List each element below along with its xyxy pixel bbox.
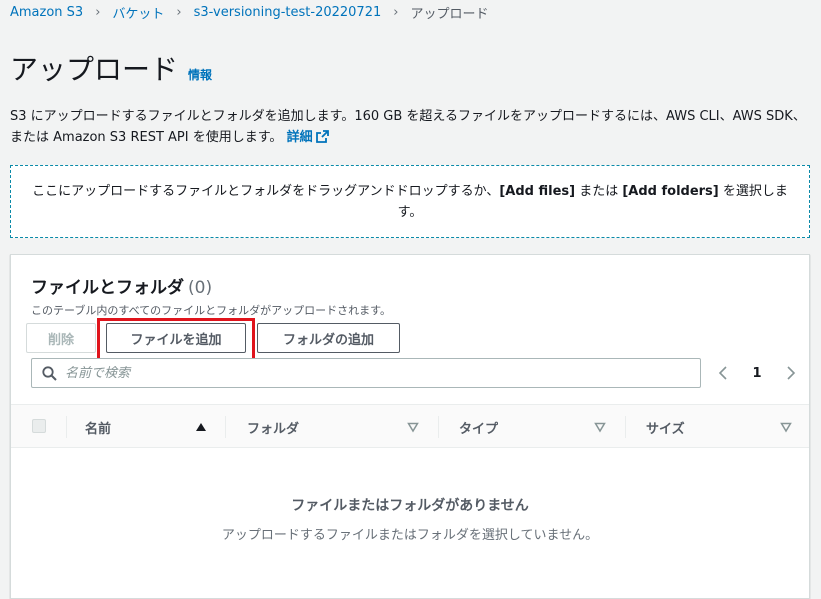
add-files-button[interactable]: ファイルを追加	[106, 323, 246, 353]
page-title-row: アップロード 情報	[10, 48, 212, 88]
panel-title-text: ファイルとフォルダ	[31, 278, 184, 298]
page-title: アップロード	[10, 53, 179, 86]
drop-zone-text: ここにアップロードするファイルとフォルダをドラッグアンドドロップするか、[Add…	[31, 181, 789, 223]
breadcrumb-current: アップロード	[410, 6, 489, 22]
info-link[interactable]: 情報	[188, 66, 212, 83]
breadcrumb: Amazon S3 › バケット › s3-versioning-test-20…	[10, 2, 488, 22]
chevron-right-icon: ›	[393, 4, 399, 20]
chevron-right-icon: ›	[95, 4, 101, 20]
chevron-right-icon: ›	[176, 4, 182, 20]
chevron-right-icon[interactable]	[785, 365, 797, 381]
column-divider	[66, 416, 67, 438]
empty-state-title: ファイルまたはフォルダがありません	[291, 498, 529, 514]
panel-subtitle: このテーブル内のすべてのファイルとフォルダがアップロードされます。	[31, 304, 392, 317]
drop-zone-add-files: [Add files]	[499, 183, 576, 199]
breadcrumb-amazon-s3[interactable]: Amazon S3	[10, 5, 83, 20]
table-header: 名前 フォルダ タイプ サイズ	[11, 404, 809, 448]
drop-zone-text-middle: または	[575, 183, 623, 199]
sort-unsorted-icon[interactable]	[780, 421, 792, 433]
breadcrumb-buckets[interactable]: バケット	[112, 3, 164, 22]
column-header-size[interactable]: サイズ	[646, 405, 685, 449]
column-divider	[225, 416, 226, 438]
files-folders-panel: ファイルとフォルダ (0) このテーブル内のすべてのファイルとフォルダがアップロー…	[10, 254, 810, 599]
column-header-name[interactable]: 名前	[85, 405, 111, 449]
description-text: S3 にアップロードするファイルとフォルダを追加します。160 GB を超えるフ…	[10, 109, 806, 145]
column-divider	[625, 416, 626, 438]
search-icon	[42, 365, 57, 381]
add-folder-button[interactable]: フォルダの追加	[257, 323, 400, 353]
sort-unsorted-icon[interactable]	[594, 421, 606, 433]
sort-ascending-icon[interactable]	[195, 421, 207, 433]
breadcrumb-bucket-name[interactable]: s3-versioning-test-20220721	[194, 5, 382, 20]
page-number[interactable]: 1	[752, 366, 761, 381]
detail-link[interactable]: 詳細	[287, 130, 329, 145]
panel-title: ファイルとフォルダ (0)	[31, 273, 212, 298]
drop-zone-text-before: ここにアップロードするファイルとフォルダをドラッグアンドドロップするか、	[32, 183, 500, 199]
sort-unsorted-icon[interactable]	[407, 421, 419, 433]
delete-button[interactable]: 削除	[26, 323, 96, 353]
detail-link-label[interactable]: 詳細	[287, 130, 313, 145]
pagination: 1	[717, 361, 797, 385]
drop-zone[interactable]: ここにアップロードするファイルとフォルダをドラッグアンドドロップするか、[Add…	[10, 165, 810, 238]
select-all-checkbox[interactable]	[32, 419, 46, 433]
search-box[interactable]	[31, 358, 701, 388]
column-divider	[438, 416, 439, 438]
empty-state-subtitle: アップロードするファイルまたはフォルダを選択していません。	[221, 528, 599, 543]
panel-count: (0)	[188, 278, 213, 298]
column-header-type[interactable]: タイプ	[459, 405, 498, 449]
column-header-folder[interactable]: フォルダ	[247, 405, 299, 449]
drop-zone-add-folders: [Add folders]	[622, 183, 719, 199]
chevron-left-icon[interactable]	[717, 365, 729, 381]
external-link-icon[interactable]	[315, 130, 329, 143]
page-description: S3 にアップロードするファイルとフォルダを追加します。160 GB を超えるフ…	[10, 106, 815, 148]
search-input[interactable]	[65, 365, 665, 381]
